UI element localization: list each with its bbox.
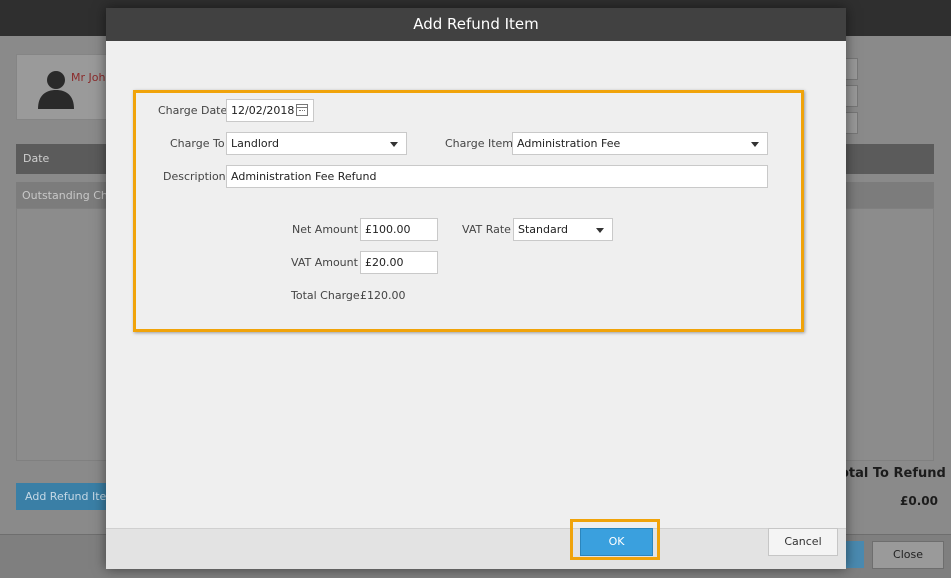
net-amount-value: £100.00 <box>365 223 411 236</box>
vat-rate-value: Standard <box>518 223 569 236</box>
charge-item-select[interactable]: Administration Fee <box>512 132 768 155</box>
vat-amount-label: VAT Amount <box>291 256 358 269</box>
charge-date-label: Charge Date <box>158 104 228 117</box>
charge-to-value: Landlord <box>231 137 279 150</box>
vat-rate-select[interactable]: Standard <box>513 218 613 241</box>
grid-subheader-label: Outstanding Cha <box>22 189 115 202</box>
chevron-down-icon <box>751 142 759 147</box>
form-highlight <box>133 90 804 332</box>
ok-button[interactable]: OK <box>580 528 653 556</box>
cancel-button[interactable]: Cancel <box>768 528 838 556</box>
add-refund-item-dialog: Add Refund Item Charge Date 12/02/2018 C… <box>106 8 846 569</box>
chevron-down-icon <box>596 228 604 233</box>
vat-rate-label: VAT Rate <box>462 223 511 236</box>
total-charge-value: £120.00 <box>360 289 406 302</box>
net-amount-input[interactable]: £100.00 <box>360 218 438 241</box>
grid-header-date: Date <box>23 152 50 165</box>
charge-date-value: 12/02/2018 <box>231 104 295 117</box>
dialog-footer <box>106 528 846 569</box>
vat-amount-value: £20.00 <box>365 256 404 269</box>
description-input[interactable]: Administration Fee Refund <box>226 165 768 188</box>
charge-date-field[interactable]: 12/02/2018 <box>226 99 314 122</box>
dialog-title: Add Refund Item <box>106 8 846 41</box>
chevron-down-icon <box>390 142 398 147</box>
charge-to-label: Charge To <box>170 137 225 150</box>
net-amount-label: Net Amount <box>292 223 359 236</box>
total-to-refund-label: otal To Refund <box>840 466 946 481</box>
charge-item-label: Charge Item <box>445 137 514 150</box>
charge-item-value: Administration Fee <box>517 137 621 150</box>
charge-to-select[interactable]: Landlord <box>226 132 407 155</box>
close-button[interactable]: Close <box>872 541 944 569</box>
background-save-button[interactable] <box>846 541 864 568</box>
description-label: Description <box>163 170 226 183</box>
total-to-refund-value: £0.00 <box>900 494 938 508</box>
description-value: Administration Fee Refund <box>231 170 377 183</box>
calendar-icon[interactable] <box>296 104 308 116</box>
vat-amount-input[interactable]: £20.00 <box>360 251 438 274</box>
total-charge-label: Total Charge <box>291 289 360 302</box>
